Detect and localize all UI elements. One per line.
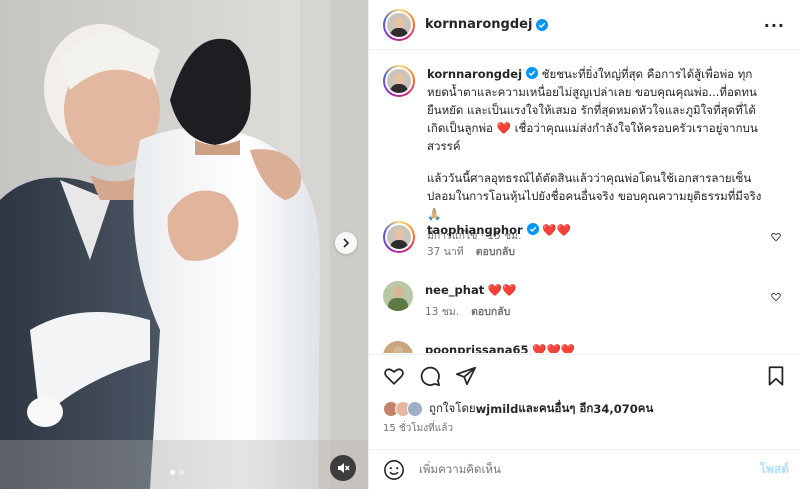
carousel-dot [170, 470, 175, 475]
speaker-muted-icon [338, 463, 350, 473]
post-timestamp[interactable]: 15 ชั่วโมงที่แล้ว [383, 421, 453, 436]
comment-time: 37 นาที [427, 246, 464, 258]
post-header: kornnarongdej ··· [369, 0, 800, 50]
comment-item: nee_phat ❤️❤️ 13 ชม. ตอบกลับ [383, 281, 793, 321]
caption-username[interactable]: kornnarongdej [427, 67, 522, 81]
verified-badge-icon [526, 67, 539, 79]
post-photo [0, 0, 368, 489]
emoji-smiley-icon[interactable] [383, 459, 405, 481]
comment-text: ❤️❤️❤️ [532, 343, 576, 353]
post-details-panel: kornnarongdej ··· kornnarongdej ชัยชนะที… [368, 0, 800, 489]
comment-text: ❤️❤️ [487, 283, 517, 297]
avatar [407, 401, 423, 417]
add-comment-bar: เพิ่มความคิดเห็น โพสต์ [369, 449, 800, 489]
mute-button[interactable] [330, 455, 356, 481]
comment-username[interactable]: poonprissana65 [425, 343, 528, 353]
reply-link[interactable]: ตอบกลับ [476, 246, 515, 258]
reply-link[interactable]: ตอบกลับ [471, 306, 510, 318]
comment-time: 13 ชม. [425, 306, 460, 318]
liker-username[interactable]: wjmild [476, 402, 519, 416]
comment-bubble-icon[interactable] [419, 365, 441, 387]
caption: kornnarongdej ชัยชนะที่ยิ่งใหญ่ที่สุด คื… [383, 65, 793, 245]
like-comment-heart-icon[interactable] [771, 232, 781, 242]
post-comment-button[interactable]: โพสต์ [760, 460, 789, 479]
avatar[interactable] [383, 221, 415, 253]
verified-badge-icon [526, 223, 539, 235]
avatar[interactable] [383, 65, 415, 97]
likes-summary[interactable]: ถูกใจโดย wjmild และคนอื่นๆ อีก 34,070 คน [383, 400, 653, 418]
likes-count[interactable]: 34,070 [593, 402, 637, 416]
verified-badge-icon [536, 18, 549, 31]
like-comment-heart-icon[interactable] [771, 292, 781, 302]
carousel-indicators [170, 470, 184, 475]
liker-avatars [383, 401, 423, 417]
bookmark-save-icon[interactable] [765, 365, 787, 387]
comment-text: ❤️❤️ [542, 223, 571, 237]
like-heart-icon[interactable] [383, 365, 405, 387]
comment-item: poonprissana65 ❤️❤️❤️ [383, 341, 793, 353]
post-author-username[interactable]: kornnarongdej [425, 17, 532, 32]
share-send-icon[interactable] [455, 365, 477, 387]
comment-input[interactable]: เพิ่มความคิดเห็น [419, 461, 501, 479]
more-options-icon[interactable]: ··· [764, 16, 785, 35]
comment-username[interactable]: nee_phat [425, 283, 484, 297]
next-slide-button[interactable] [335, 232, 357, 254]
post-media[interactable] [0, 0, 368, 489]
carousel-dot [179, 470, 184, 475]
comments-section[interactable]: kornnarongdej ชัยชนะที่ยิ่งใหญ่ที่สุด คื… [369, 51, 800, 353]
comment-username[interactable]: taophiangphor [427, 223, 523, 237]
avatar[interactable] [383, 341, 413, 353]
caption-paragraph-2: แล้ววันนี้ศาลอุทธรณ์ได้ตัดสินแล้วว่าคุณพ… [427, 171, 762, 221]
post-actions: ถูกใจโดย wjmild และคนอื่นๆ อีก 34,070 คน… [369, 354, 800, 454]
chevron-right-icon [343, 238, 350, 248]
likes-suffix: คน [637, 401, 654, 415]
heart-emoji: ❤️ [496, 121, 511, 135]
likes-prefix: ถูกใจโดย [429, 401, 476, 415]
avatar[interactable] [383, 8, 415, 41]
comment-item: taophiangphor ❤️❤️ 37 นาที ตอบกลับ [383, 221, 793, 261]
avatar[interactable] [383, 281, 413, 311]
likes-middle: และคนอื่นๆ อีก [518, 401, 594, 415]
